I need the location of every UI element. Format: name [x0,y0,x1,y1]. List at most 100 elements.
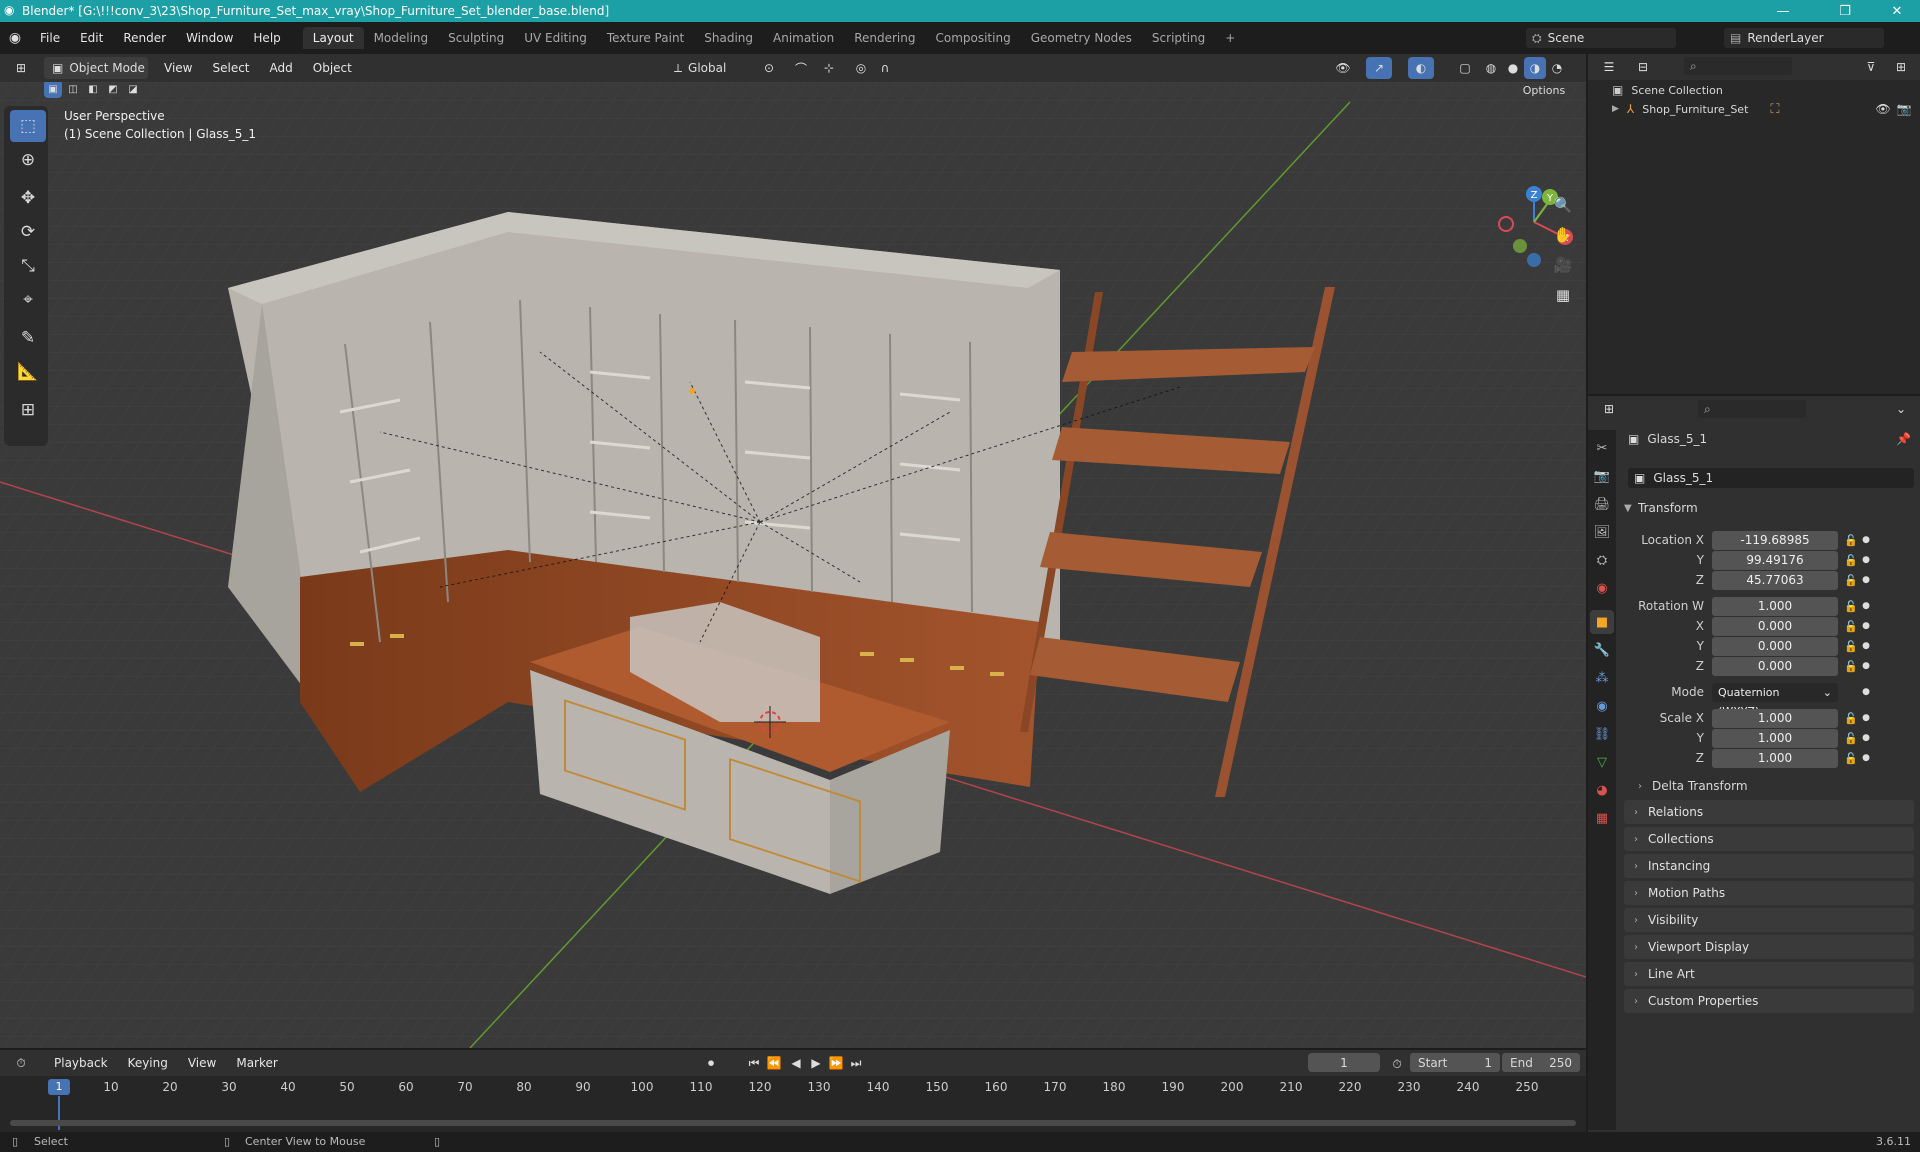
lock-icon[interactable]: 🔓 [1842,712,1860,725]
panel-instancing[interactable]: › Instancing [1624,854,1914,878]
blender-menu-icon[interactable]: ◉ [0,30,30,46]
lock-icon[interactable]: 🔓 [1842,640,1860,653]
play-reverse-icon[interactable]: ◀ [786,1052,806,1074]
mode-selector[interactable]: ▣ Object Mode [44,57,148,79]
world-tab-icon[interactable]: ◉ [1590,576,1614,600]
location-x-field[interactable]: -119.68985 [1712,530,1838,550]
transform-tool-icon[interactable]: ⌖ [10,284,46,316]
output-tab-icon[interactable]: 🖨 [1590,492,1614,516]
timeline-menu-view[interactable]: View [178,1056,226,1070]
keyframe-dot-icon[interactable]: ● [1860,661,1872,671]
rotation-y-field[interactable]: 0.000 [1712,636,1838,656]
lock-icon[interactable]: 🔓 [1842,752,1860,765]
play-icon[interactable]: ▶ [806,1052,826,1074]
select-box-tool-icon[interactable]: ⬚ [10,110,46,142]
properties-editor-type-icon[interactable]: ⊞ [1594,398,1624,420]
panel-relations[interactable]: › Relations [1624,800,1914,824]
filter-icon[interactable]: ⊽ [1856,56,1886,78]
panel-collections[interactable]: › Collections [1624,827,1914,851]
scale-tool-icon[interactable]: ⤡ [10,250,46,282]
3d-viewport[interactable]: Z X Y User Perspective (1) Scene Collect… [0,82,1586,1048]
scene-tab-icon[interactable]: ⛭ [1590,548,1614,572]
timeline-editor-type-icon[interactable]: ⏱ [6,1052,36,1074]
modifier-tab-icon[interactable]: 🔧 [1590,638,1614,662]
properties-options-chevron-icon[interactable]: ⌄ [1888,398,1914,420]
keyframe-dot-icon[interactable]: ● [1860,713,1872,723]
outliner-editor-type-icon[interactable]: ☰ [1594,56,1624,78]
jump-end-icon[interactable]: ⏭ [846,1052,866,1074]
properties-search-input[interactable]: ⌕ [1698,400,1806,418]
shading-solid-icon[interactable]: ● [1502,57,1524,79]
tab-geometry-nodes[interactable]: Geometry Nodes [1021,27,1142,49]
jump-start-icon[interactable]: ⏮ [744,1052,764,1074]
eye-icon[interactable]: 👁 [1876,102,1891,116]
viewport-menu-view[interactable]: View [154,61,202,75]
pivot-icon[interactable]: ⊙ [756,57,782,79]
keyframe-dot-icon[interactable]: ● [1860,575,1872,585]
timeline-menu-keying[interactable]: Keying [118,1056,178,1070]
tab-modeling[interactable]: Modeling [364,27,439,49]
select-subtract-icon[interactable]: ◧ [84,82,102,98]
keyframe-dot-icon[interactable]: ● [1860,641,1872,651]
tool-tab-icon[interactable]: ✂ [1590,436,1614,460]
camera-view-icon[interactable]: 🎥 [1550,252,1576,278]
menu-render[interactable]: Render [113,31,176,45]
add-workspace-button[interactable]: + [1215,27,1245,49]
select-extend-icon[interactable]: ◫ [64,82,82,98]
object-datablock-field[interactable]: ▣ Glass_5_1 [1628,468,1914,488]
rotation-x-field[interactable]: 0.000 [1712,616,1838,636]
select-invert-icon[interactable]: ◩ [104,82,122,98]
tab-scripting[interactable]: Scripting [1142,27,1215,49]
maximize-button[interactable]: ❐ [1822,0,1868,22]
current-frame-field[interactable]: 1 [1308,1053,1380,1072]
lock-icon[interactable]: 🔓 [1842,620,1860,633]
expand-arrow-icon[interactable]: ▶ [1612,104,1619,114]
timeline-ruler[interactable]: 1 10 20 30 40 50 60 70 80 90 100 110 120… [0,1076,1586,1132]
timeline-scrollbar[interactable] [10,1120,1576,1126]
tab-uv-editing[interactable]: UV Editing [514,27,597,49]
viewport-canvas[interactable]: Z X Y [0,82,1586,1048]
data-tab-icon[interactable]: ▽ [1590,750,1614,774]
menu-window[interactable]: Window [176,31,243,45]
tab-compositing[interactable]: Compositing [925,27,1020,49]
particles-tab-icon[interactable]: ⁂ [1590,666,1614,690]
scene-selector[interactable]: ⛭ Scene [1526,28,1676,48]
physics-tab-icon[interactable]: ◉ [1590,694,1614,718]
rotation-z-field[interactable]: 0.000 [1712,656,1838,676]
tab-layout[interactable]: Layout [302,27,364,49]
close-button[interactable]: ✕ [1874,0,1920,22]
pin-icon[interactable]: 📌 [1896,432,1911,446]
viewport-menu-add[interactable]: Add [260,61,303,75]
select-new-icon[interactable]: ▣ [44,82,62,98]
menu-file[interactable]: File [30,31,70,45]
cursor-tool-icon[interactable]: ⊕ [10,144,46,176]
keyframe-dot-icon[interactable]: ● [1860,621,1872,631]
snap-icon[interactable]: ⌒ [788,57,814,79]
editor-type-icon[interactable]: ⊞ [6,57,36,79]
keyframe-dot-icon[interactable]: ● [1860,687,1872,697]
visibility-icon[interactable]: 👁 [1330,57,1356,79]
outliner-display-mode-icon[interactable]: ⊟ [1628,56,1658,78]
record-icon[interactable]: ⏺ [700,1052,722,1074]
lock-icon[interactable]: 🔓 [1842,574,1860,587]
location-y-field[interactable]: 99.49176 [1712,550,1838,570]
scale-x-field[interactable]: 1.000 [1712,708,1838,728]
lock-icon[interactable]: 🔓 [1842,732,1860,745]
object-tab-icon[interactable]: ■ [1590,610,1614,634]
shading-rendered-icon[interactable]: ◔ [1546,57,1568,79]
scale-z-field[interactable]: 1.000 [1712,748,1838,768]
lock-icon[interactable]: 🔓 [1842,600,1860,613]
tab-texture-paint[interactable]: Texture Paint [597,27,694,49]
viewport-menu-select[interactable]: Select [202,61,259,75]
end-frame-field[interactable]: End 250 [1502,1053,1580,1072]
panel-viewport-display[interactable]: › Viewport Display [1624,935,1914,959]
keyframe-dot-icon[interactable]: ● [1860,601,1872,611]
texture-tab-icon[interactable]: ▦ [1590,806,1614,830]
menu-help[interactable]: Help [243,31,290,45]
select-intersect-icon[interactable]: ◪ [124,82,142,98]
panel-visibility[interactable]: › Visibility [1624,908,1914,932]
add-cube-tool-icon[interactable]: ⊞ [10,394,46,426]
outliner-row-shop-furniture-set[interactable]: ▶ ⅄ Shop_Furniture_Set ⛶ 👁 📷 [1612,99,1912,119]
tab-rendering[interactable]: Rendering [844,27,925,49]
orientation-selector[interactable]: ⟂ Global [668,57,748,79]
